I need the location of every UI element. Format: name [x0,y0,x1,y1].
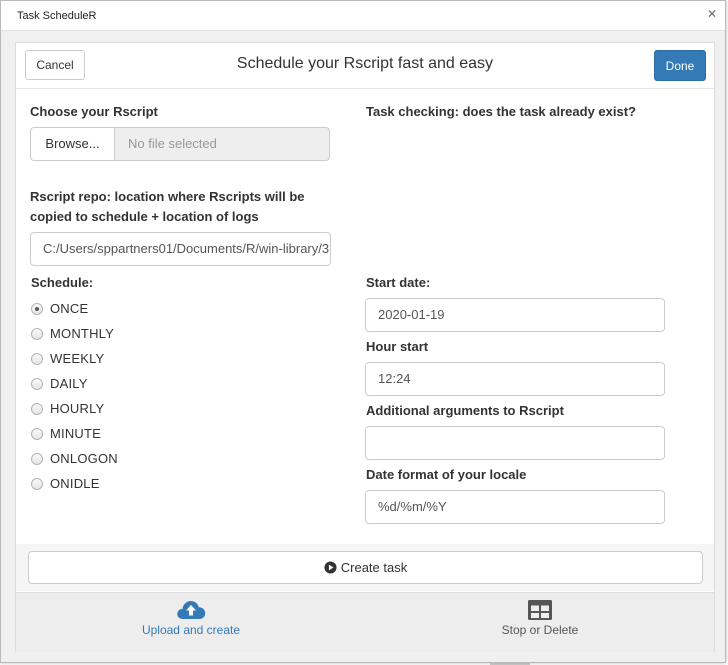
panel-headline: Schedule your Rscript fast and easy [236,55,494,72]
radio-label: MINUTE [50,426,102,441]
schedule-option-weekly[interactable]: WEEKLY [30,349,230,369]
radio-button[interactable] [31,428,43,440]
schedule-option-onidle[interactable]: ONIDLE [30,474,230,494]
schedule-option-onlogon[interactable]: ONLOGON [30,449,230,469]
file-name-field: No file selected [114,127,330,161]
radio-button[interactable] [31,403,43,415]
schedule-option-minute[interactable]: MINUTE [30,424,230,444]
main-panel: Cancel Schedule your Rscript fast and ea… [15,42,715,652]
radio-button[interactable] [31,353,43,365]
create-task-label: Create task [340,560,408,575]
radio-button[interactable] [31,478,43,490]
panel-header: Cancel Schedule your Rscript fast and ea… [16,43,714,89]
radio-label: MONTHLY [50,326,114,341]
create-task-button[interactable]: Create task [28,551,703,584]
rscript-repo-input[interactable]: C:/Users/sppartners01/Documents/R/win-li… [30,232,331,266]
start-date-input[interactable]: 2020-01-19 [365,298,665,332]
task-check-label: Task checking: does the task already exi… [366,104,636,119]
radio-button[interactable] [31,328,43,340]
title-bar: Task ScheduleR ✕ [1,1,725,31]
file-input-group: Browse... No file selected [30,127,331,161]
additional-args-input[interactable] [365,426,665,460]
radio-button[interactable] [31,453,43,465]
close-icon[interactable]: ✕ [705,7,719,21]
cloud-upload-icon [177,601,206,619]
bottom-nav: Upload and create Stop or Delete [16,592,714,652]
done-button[interactable]: Done [654,50,706,81]
radio-button[interactable] [31,303,43,315]
nav-stop-label: Stop or Delete [501,623,579,637]
radio-label: DAILY [50,376,88,391]
start-date-label: Start date: [366,275,431,290]
browse-button[interactable]: Browse... [30,127,115,161]
nav-stop-or-delete[interactable]: Stop or Delete [440,593,640,653]
radio-label: ONCE [50,301,89,316]
date-format-input[interactable]: %d/%m/%Y [365,490,665,524]
date-format-label: Date format of your locale [366,467,527,482]
schedule-option-monthly[interactable]: MONTHLY [30,324,230,344]
window-title: Task ScheduleR [17,10,97,22]
schedule-option-daily[interactable]: DAILY [30,374,230,394]
choose-rscript-label: Choose your Rscript [30,104,158,119]
schedule-option-hourly[interactable]: HOURLY [30,399,230,419]
dialog-window: Task ScheduleR ✕ Cancel Schedule your Rs… [0,0,726,663]
radio-label: ONIDLE [50,476,100,491]
nav-upload-label: Upload and create [141,623,241,637]
nav-upload-and-create[interactable]: Upload and create [91,593,291,653]
play-circle-icon [324,561,337,574]
radio-label: WEEKLY [50,351,105,366]
rscript-repo-label: Rscript repo: location where Rscripts wi… [30,189,305,224]
radio-button[interactable] [31,378,43,390]
schedule-label: Schedule: [31,275,94,290]
hour-start-label: Hour start [366,339,429,354]
hour-start-input[interactable]: 12:24 [365,362,665,396]
table-grid-icon [528,600,552,620]
radio-label: HOURLY [50,401,105,416]
radio-label: ONLOGON [50,451,118,466]
additional-args-label: Additional arguments to Rscript [366,403,564,418]
schedule-option-once[interactable]: ONCE [30,299,230,319]
